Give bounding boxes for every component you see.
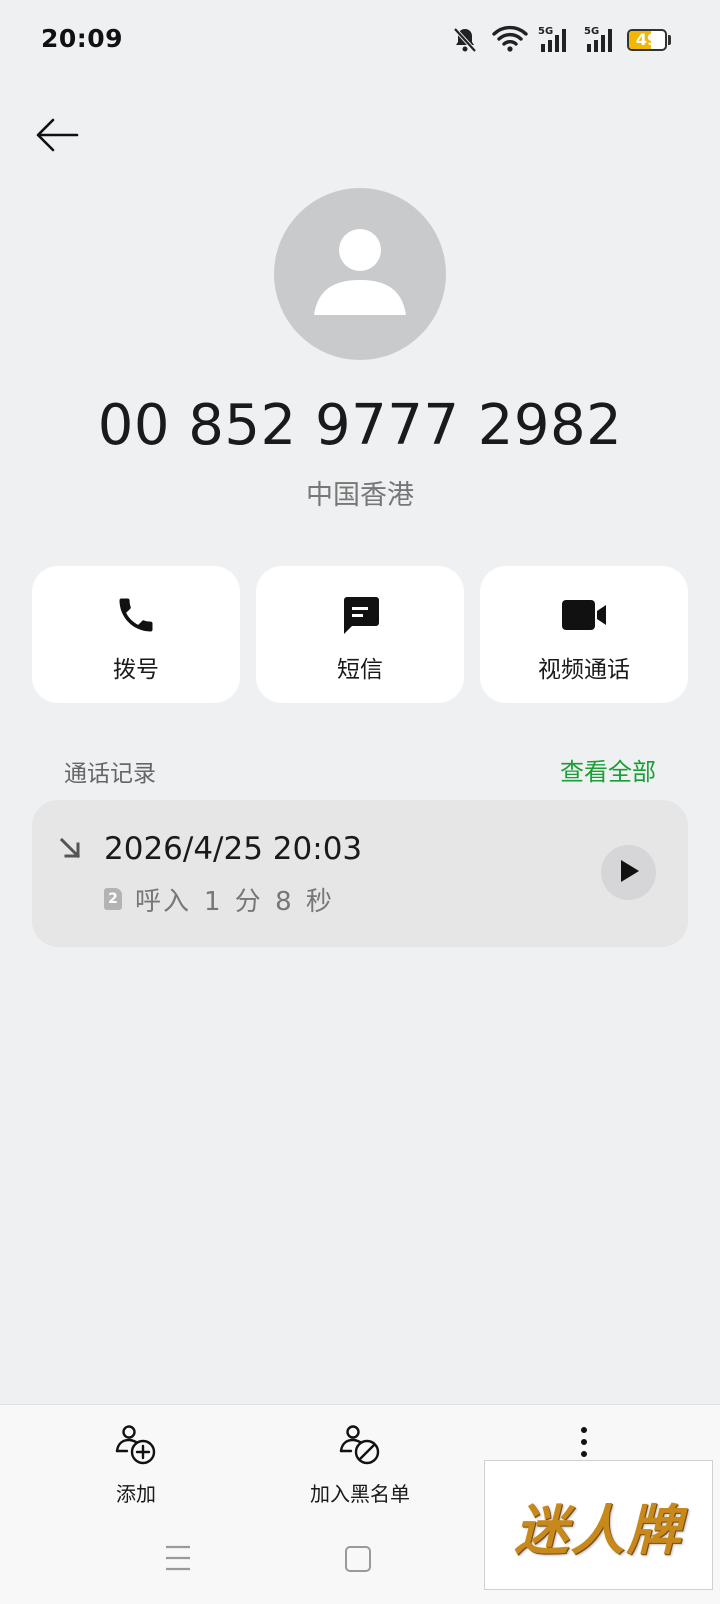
svg-text:5G: 5G — [538, 26, 553, 37]
call-type: 呼入 — [135, 887, 192, 917]
call-datetime: 2026/4/25 20:03 — [104, 831, 363, 867]
person-icon — [274, 229, 446, 360]
region-label: 中国香港 — [306, 480, 414, 511]
add-contact-button[interactable]: 添加 — [98, 1424, 174, 1507]
battery-icon: 49 — [627, 29, 667, 51]
signal-5g-icon: 5G — [583, 24, 619, 58]
phone-number: 00 852 9777 2982 — [97, 393, 623, 458]
watermark-logo: 迷人牌 — [484, 1460, 713, 1590]
svg-text:5G: 5G — [584, 26, 599, 37]
signal-5g-icon: 5G — [537, 24, 573, 58]
video-camera-icon — [560, 592, 608, 638]
battery-tip — [668, 35, 671, 45]
message-icon — [338, 592, 382, 638]
back-button[interactable] — [30, 110, 84, 164]
blacklist-label: 加入黑名单 — [310, 1482, 410, 1506]
mute-bell-icon — [452, 26, 478, 58]
battery-level: 49 — [635, 30, 659, 49]
video-call-label: 视频通话 — [538, 657, 630, 683]
video-call-button[interactable]: 视频通话 — [480, 566, 688, 703]
add-person-icon — [113, 1424, 159, 1472]
dial-button[interactable]: 拨号 — [32, 566, 240, 703]
block-person-icon — [337, 1424, 383, 1472]
sms-button[interactable]: 短信 — [256, 566, 464, 703]
play-icon — [616, 857, 642, 889]
avatar[interactable] — [274, 188, 446, 360]
sim-card-icon: 2 — [104, 888, 122, 910]
call-log-item[interactable] — [32, 800, 688, 947]
status-time: 20:09 — [41, 24, 124, 53]
call-log-title: 通话记录 — [64, 761, 156, 787]
wifi-icon — [492, 25, 528, 57]
blacklist-button[interactable]: 加入黑名单 — [300, 1424, 420, 1507]
nav-menu-icon[interactable] — [164, 1544, 192, 1576]
dial-label: 拨号 — [113, 657, 159, 683]
nav-home-icon[interactable] — [345, 1546, 371, 1572]
incoming-call-arrow-icon — [58, 836, 84, 866]
view-all-link[interactable]: 查看全部 — [560, 752, 656, 787]
call-duration: 1 分 8 秒 — [204, 887, 335, 917]
add-label: 添加 — [116, 1482, 156, 1506]
arrow-left-icon — [35, 117, 79, 157]
play-recording-button[interactable] — [601, 845, 656, 900]
watermark-text: 迷人牌 — [514, 1498, 683, 1562]
phone-icon — [114, 592, 158, 638]
sms-label: 短信 — [337, 657, 383, 683]
